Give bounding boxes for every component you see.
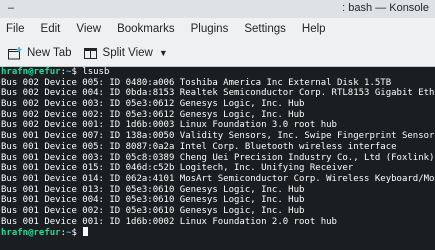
- new-tab-icon: [8, 46, 22, 59]
- output-line: Bus 001 Device 002: ID 05e3:0610 Genesys…: [1, 205, 305, 216]
- output-line: Bus 001 Device 013: ID 05e3:0610 Genesys…: [1, 184, 305, 195]
- output-line: Bus 001 Device 015: ID 046d:c52b Logitec…: [1, 163, 354, 174]
- menu-bar: File Edit View Bookmarks Plugins Setting…: [0, 18, 435, 40]
- prompt-symbol: $: [71, 67, 83, 77]
- menu-file[interactable]: File: [0, 18, 33, 40]
- output-line: Bus 002 Device 001: ID 1d6b:0003 Linux F…: [1, 120, 337, 131]
- new-tab-button[interactable]: New Tab: [4, 42, 76, 64]
- split-view-button[interactable]: Split View ▼: [80, 42, 172, 64]
- output-line: Bus 002 Device 004: ID 0bda:8153 Realtek…: [1, 88, 435, 99]
- new-tab-label: New Tab: [27, 47, 72, 59]
- command-line: hrafn@refur:~$ lsusb: [1, 67, 435, 78]
- output-line: Bus 001 Device 007: ID 138a:0050 Validit…: [1, 131, 435, 142]
- prompt-line[interactable]: hrafn@refur:~$: [1, 227, 435, 238]
- prompt-user-host: hrafn@refur: [1, 228, 61, 239]
- text-cursor: [83, 227, 89, 237]
- prompt-user-host: hrafn@refur: [1, 67, 61, 77]
- menu-help[interactable]: Help: [294, 18, 334, 40]
- title-bar[interactable]: – : bash — Konsole: [0, 0, 435, 18]
- output-line: Bus 001 Device 003: ID 05c8:0389 Cheng U…: [1, 152, 435, 163]
- menu-settings[interactable]: Settings: [236, 18, 294, 40]
- toolbar: New Tab Split View ▼: [0, 40, 435, 67]
- split-view-icon: [83, 47, 97, 59]
- output-line: Bus 001 Device 005: ID 8087:0a2a Intel C…: [1, 141, 397, 152]
- menu-bookmarks[interactable]: Bookmarks: [109, 18, 183, 40]
- output-line: Bus 002 Device 002: ID 05e3:0612 Genesys…: [1, 109, 305, 120]
- prompt-symbol: $: [71, 228, 83, 239]
- output-line: Bus 001 Device 001: ID 1d6b:0002 Linux F…: [1, 216, 337, 227]
- menu-view[interactable]: View: [68, 18, 109, 40]
- output-line: Bus 001 Device 014: ID 062a:4101 MosArt …: [1, 173, 435, 184]
- window-title: : bash — Konsole: [342, 2, 429, 14]
- window-menu-dash[interactable]: –: [8, 2, 14, 14]
- split-view-label: Split View: [102, 47, 153, 59]
- terminal-view[interactable]: hrafn@refur:~$ lsusb Bus 002 Device 005:…: [0, 67, 435, 250]
- menu-edit[interactable]: Edit: [33, 18, 69, 40]
- konsole-window: – : bash — Konsole File Edit View Bookma…: [0, 0, 435, 250]
- output-line: Bus 002 Device 003: ID 05e3:0612 Genesys…: [1, 99, 305, 110]
- command-text: lsusb: [82, 67, 110, 77]
- output-line: Bus 002 Device 005: ID 0480:a006 Toshiba…: [1, 77, 392, 88]
- output-line: Bus 001 Device 004: ID 05e3:0610 Genesys…: [1, 195, 305, 206]
- menu-plugins[interactable]: Plugins: [183, 18, 237, 40]
- chevron-down-icon[interactable]: ▼: [159, 48, 168, 58]
